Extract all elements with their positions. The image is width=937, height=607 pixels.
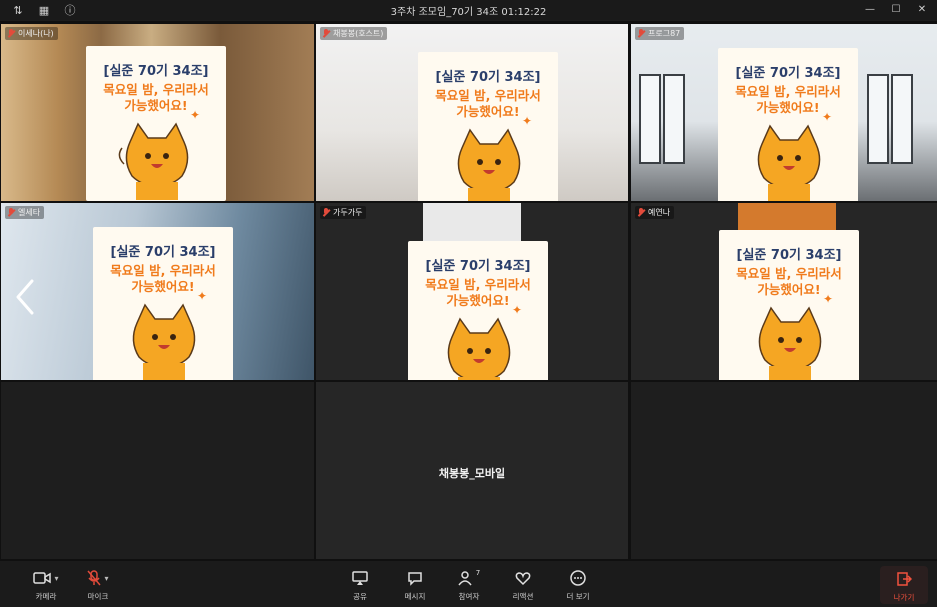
sticker-card: [실준 70기 34조] 목요일 밤, 우리라서 가능했어요! ✦ xyxy=(418,52,558,201)
camera-icon xyxy=(33,572,52,584)
card-text: 목요일 밤, 우리라서 가능했어요! xyxy=(736,266,842,297)
video-tile[interactable]: [실준 70기 34조] 목요일 밤, 우리라서 가능했어요! ✦ 예연나 xyxy=(631,203,937,380)
empty-tile xyxy=(631,382,937,559)
card-text: 목요일 밤, 우리라서 가능했어요! xyxy=(103,82,209,113)
mic-muted-icon xyxy=(7,29,15,38)
share-screen-icon xyxy=(352,571,368,585)
minimize-icon[interactable]: — xyxy=(863,2,877,16)
card-title: [실준 70기 34조] xyxy=(110,245,216,260)
chevron-left-icon[interactable] xyxy=(14,279,36,315)
title-bar: ⇅ ▦ ⓘ 3주차 조모임_70기 34조 01:12:22 — ☐ ✕ xyxy=(0,0,937,20)
mic-button[interactable]: ▾ 마이크 xyxy=(76,569,120,602)
window-title: 3주차 조모임_70기 34조 01:12:22 xyxy=(390,7,547,18)
video-grid: [실준 70기 34조] 목요일 밤, 우리라서 가능했어요! ✦ 이세나(나) … xyxy=(0,21,937,561)
reactions-button[interactable]: 리액션 xyxy=(501,569,545,602)
video-tile[interactable]: [실준 70기 34조] 목요일 밤, 우리라서 가능했어요! ✦ 채봉봉(호스트… xyxy=(316,24,628,201)
participant-name-tag: 프로그87 xyxy=(635,27,685,40)
participant-name-tag: 예연나 xyxy=(635,206,675,219)
chevron-down-icon[interactable]: ▾ xyxy=(54,574,58,583)
camera-button[interactable]: ▾ 카메라 xyxy=(24,569,68,602)
mic-muted-icon xyxy=(637,208,645,217)
card-text: 목요일 밤, 우리라서 가능했어요! xyxy=(425,277,531,308)
card-title: [실준 70기 34조] xyxy=(435,70,541,85)
audio-participant-name: 채봉봉_모바일 xyxy=(438,467,506,480)
leave-icon xyxy=(897,572,912,586)
cat-icon xyxy=(457,128,521,201)
video-tile[interactable]: [실준 70기 34조] 목요일 밤, 우리라서 가능했어요! ✦ 가두가두 xyxy=(316,203,628,380)
mic-muted-icon xyxy=(322,29,330,38)
video-tile[interactable]: [실준 70기 34조] 목요일 밤, 우리라서 가능했어요! ✦ 이세나(나) xyxy=(1,24,314,201)
mic-muted-icon xyxy=(7,208,15,217)
cat-icon xyxy=(447,317,511,380)
participant-name-tag: 가두가두 xyxy=(320,206,367,219)
sticker-card: [실준 70기 34조] 목요일 밤, 우리라서 가능했어요! ✦ xyxy=(93,227,233,380)
close-icon[interactable]: ✕ xyxy=(915,2,929,16)
more-button[interactable]: 더 보기 xyxy=(556,569,600,602)
participants-icon xyxy=(458,571,472,586)
card-title: [실준 70기 34조] xyxy=(103,64,209,79)
chat-button[interactable]: 메시지 xyxy=(393,569,437,602)
sticker-card: [실준 70기 34조] 목요일 밤, 우리라서 가능했어요! ✦ xyxy=(718,48,858,201)
cat-icon xyxy=(758,306,822,380)
card-text: 목요일 밤, 우리라서 가능했어요! xyxy=(110,263,216,294)
participants-button[interactable]: 7 참여자 xyxy=(447,569,491,602)
participant-name-tag: 채봉봉(호스트) xyxy=(320,27,388,40)
more-icon xyxy=(570,570,586,586)
participant-name-tag: 엘세타 xyxy=(5,206,45,219)
sticker-card: [실준 70기 34조] 목요일 밤, 우리라서 가능했어요! ✦ xyxy=(719,230,859,380)
participants-count: 7 xyxy=(475,569,481,577)
cat-icon xyxy=(757,124,821,201)
empty-tile xyxy=(1,382,314,559)
heart-icon xyxy=(515,572,531,586)
mic-muted-icon xyxy=(637,29,645,38)
card-title: [실준 70기 34조] xyxy=(735,66,841,81)
card-title: [실준 70기 34조] xyxy=(736,248,842,263)
mic-muted-icon xyxy=(322,208,330,217)
video-tile[interactable]: [실준 70기 34조] 목요일 밤, 우리라서 가능했어요! ✦ 프로그87 xyxy=(631,24,937,201)
cat-icon xyxy=(132,303,196,380)
audio-only-tile[interactable]: 채봉봉_모바일 xyxy=(316,382,628,559)
bottom-toolbar: ▾ 카메라 ▾ 마이크 공유 메시지 7 참여자 리액션 더 보기 xyxy=(0,561,937,607)
mic-muted-icon xyxy=(87,570,102,586)
card-text: 목요일 밤, 우리라서 가능했어요! xyxy=(435,88,541,119)
chat-icon xyxy=(408,572,422,586)
chevron-down-icon[interactable]: ▾ xyxy=(104,574,108,583)
card-text: 목요일 밤, 우리라서 가능했어요! xyxy=(735,84,841,115)
video-tile[interactable]: [실준 70기 34조] 목요일 밤, 우리라서 가능했어요! ✦ 엘세타 xyxy=(1,203,314,380)
participant-name-tag: 이세나(나) xyxy=(5,27,58,40)
sticker-card: [실준 70기 34조] 목요일 밤, 우리라서 가능했어요! ✦ xyxy=(86,46,226,201)
cat-icon xyxy=(118,122,189,200)
card-title: [실준 70기 34조] xyxy=(425,259,531,274)
share-button[interactable]: 공유 xyxy=(338,569,382,602)
maximize-icon[interactable]: ☐ xyxy=(889,2,903,16)
leave-button[interactable]: 나가기 xyxy=(880,566,928,604)
sticker-card: [실준 70기 34조] 목요일 밤, 우리라서 가능했어요! ✦ xyxy=(408,241,548,380)
